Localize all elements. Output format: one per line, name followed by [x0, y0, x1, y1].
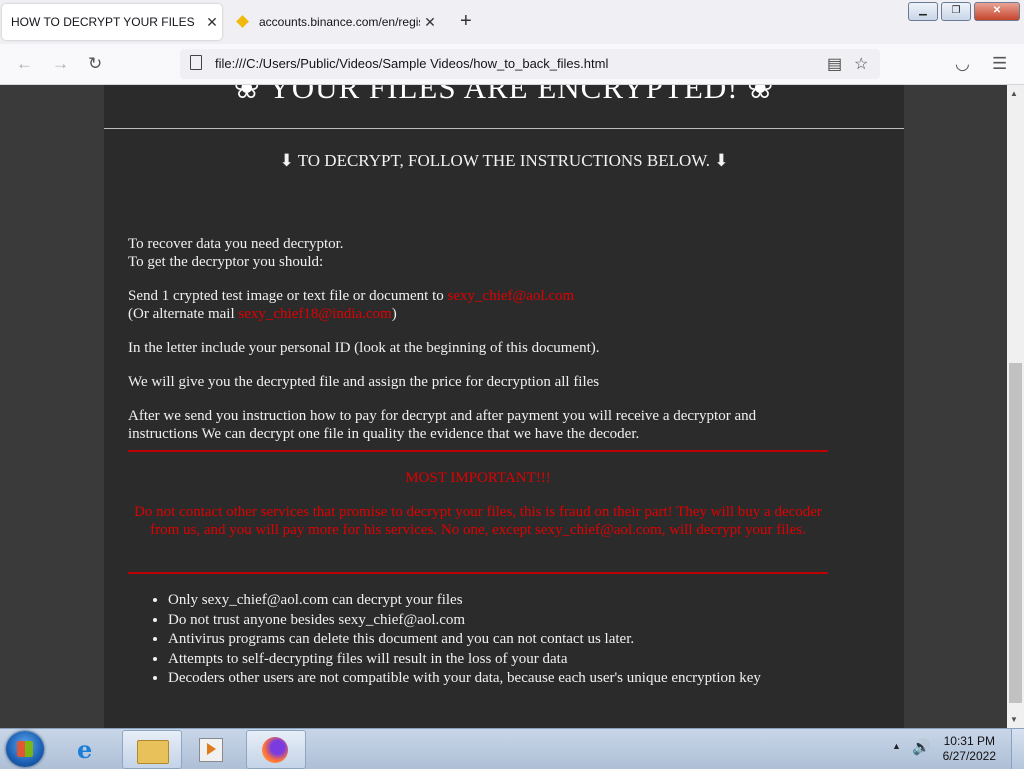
- scroll-up-icon[interactable]: ▲: [1010, 89, 1018, 98]
- list-item: Antivirus programs can delete this docum…: [168, 630, 761, 650]
- tab-bar: HOW TO DECRYPT YOUR FILES ✕ accounts.bin…: [0, 0, 1024, 44]
- list-item: Decoders other users are not compatible …: [168, 669, 761, 689]
- important-warning: Do not contact other services that promi…: [134, 504, 822, 538]
- volume-icon[interactable]: 🔊: [912, 738, 931, 756]
- show-desktop-button[interactable]: [1011, 729, 1024, 769]
- text-line: To recover data you need decryptor.: [128, 236, 344, 252]
- header-section: ❀ YOUR FILES ARE ENCRYPTED! ❀: [104, 85, 904, 129]
- close-tab-icon[interactable]: ✕: [420, 14, 440, 31]
- email-link[interactable]: sexy_chief@aol.com: [448, 288, 575, 304]
- list-item: Do not trust anyone besides sexy_chief@a…: [168, 611, 761, 631]
- menu-hamburger-icon[interactable]: ☰: [992, 54, 1007, 74]
- binance-favicon-icon: [236, 15, 250, 29]
- pocket-icon[interactable]: ◡: [955, 54, 970, 74]
- page-title: ❀ YOUR FILES ARE ENCRYPTED! ❀: [233, 85, 775, 105]
- paragraph-personal-id: In the letter include your personal ID (…: [128, 340, 600, 356]
- instructions-body: To recover data you need decryptor. To g…: [128, 235, 808, 459]
- bookmark-star-icon[interactable]: ☆: [854, 54, 868, 74]
- red-divider: [128, 450, 828, 452]
- clock[interactable]: 10:31 PM 6/27/2022: [943, 734, 996, 764]
- internet-explorer-icon[interactable]: e: [62, 730, 120, 767]
- instructions-subheading: ⬇ TO DECRYPT, FOLLOW THE INSTRUCTIONS BE…: [279, 151, 729, 170]
- forward-arrow-icon[interactable]: →: [52, 54, 69, 74]
- text-line: To get the decryptor you should:: [128, 254, 324, 270]
- warning-list: Only sexy_chief@aol.com can decrypt your…: [154, 591, 761, 689]
- page-icon: [190, 55, 202, 70]
- tab-decrypt-files[interactable]: HOW TO DECRYPT YOUR FILES ✕: [2, 4, 222, 40]
- media-player-icon[interactable]: [182, 730, 240, 767]
- close-window-button[interactable]: ✕: [974, 2, 1020, 21]
- list-item: Only sexy_chief@aol.com can decrypt your…: [168, 591, 761, 611]
- text-line: Send 1 crypted test image or text file o…: [128, 288, 448, 304]
- back-arrow-icon[interactable]: ←: [16, 54, 33, 74]
- maximize-button[interactable]: ❐: [941, 2, 971, 21]
- navigation-bar: ← → ↻ file:///C:/Users/Public/Videos/Sam…: [0, 44, 1024, 85]
- paragraph-payment: After we send you instruction how to pay…: [128, 408, 757, 442]
- paragraph-price: We will give you the decrypted file and …: [128, 374, 600, 390]
- reload-icon[interactable]: ↻: [88, 54, 102, 74]
- text-line: ): [391, 306, 397, 322]
- alternate-email-link[interactable]: sexy_chief18@india.com: [238, 306, 391, 322]
- tab-binance[interactable]: accounts.binance.com/en/regis ✕: [230, 4, 440, 40]
- firefox-icon[interactable]: [246, 730, 306, 769]
- list-item: Attempts to self-decrypting files will r…: [168, 650, 761, 670]
- url-text[interactable]: file:///C:/Users/Public/Videos/Sample Vi…: [215, 56, 608, 71]
- scroll-down-icon[interactable]: ▼: [1010, 715, 1018, 724]
- paragraph-recover: To recover data you need decryptor. To g…: [128, 235, 808, 271]
- ransom-note-panel: ❀ YOUR FILES ARE ENCRYPTED! ❀ ⬇ TO DECRY…: [104, 85, 904, 728]
- address-bar[interactable]: file:///C:/Users/Public/Videos/Sample Vi…: [180, 49, 880, 79]
- close-tab-icon[interactable]: ✕: [202, 14, 222, 31]
- important-title: MOST IMPORTANT!!!: [405, 470, 551, 486]
- tab-title: HOW TO DECRYPT YOUR FILES: [11, 15, 195, 29]
- scrollbar-thumb[interactable]: [1009, 363, 1022, 703]
- start-button[interactable]: [6, 731, 44, 767]
- red-divider: [128, 572, 828, 574]
- paragraph-send: Send 1 crypted test image or text file o…: [128, 287, 808, 323]
- tab-title: accounts.binance.com/en/regis: [259, 15, 420, 29]
- minimize-button[interactable]: ▁: [908, 2, 938, 21]
- clock-date: 6/27/2022: [942, 749, 996, 763]
- show-hidden-icons-icon[interactable]: ▲: [892, 741, 901, 751]
- file-explorer-icon[interactable]: [122, 730, 182, 769]
- window-controls: ▁ ❐ ✕: [908, 2, 1020, 21]
- new-tab-plus-icon[interactable]: +: [460, 10, 472, 32]
- clock-time: 10:31 PM: [943, 734, 995, 748]
- page-viewport: ❀ YOUR FILES ARE ENCRYPTED! ❀ ⬇ TO DECRY…: [0, 85, 1007, 728]
- vertical-scrollbar[interactable]: ▲ ▼: [1007, 85, 1024, 728]
- reader-view-icon[interactable]: ▤: [827, 54, 842, 74]
- windows-taskbar: e ▲ 🔊 10:31 PM 6/27/2022: [0, 728, 1024, 769]
- text-line: (Or alternate mail: [128, 306, 239, 322]
